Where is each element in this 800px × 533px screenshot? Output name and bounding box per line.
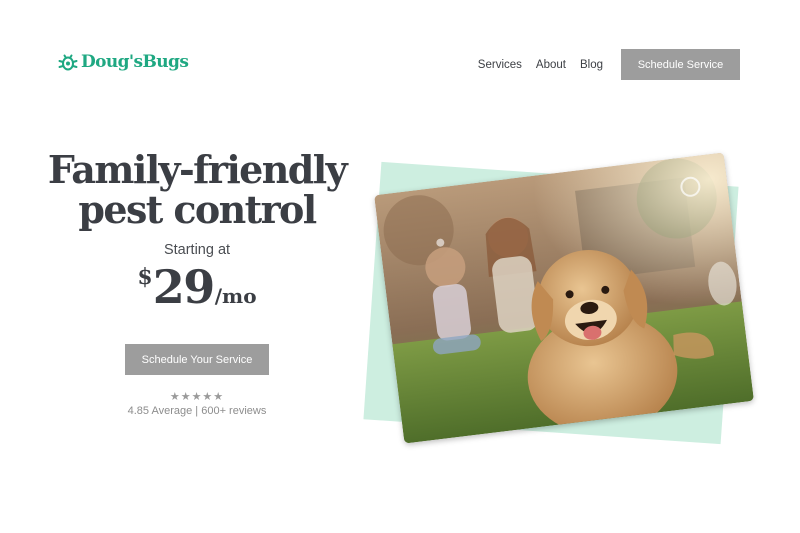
bug-icon [58,52,78,72]
schedule-your-service-button[interactable]: Schedule Your Service [125,344,269,375]
logo[interactable]: Doug'sBugs [58,52,189,72]
nav-about[interactable]: About [536,59,566,71]
price: $ 29 /mo [32,264,362,310]
nav-blog[interactable]: Blog [580,59,603,71]
price-unit: /mo [214,284,257,308]
price-currency: $ [137,264,153,290]
hero-title: Family-friendly pest control [32,150,362,230]
price-amount: 29 [152,260,216,314]
landing-page: Doug'sBugs Services About Blog Schedule … [0,0,800,533]
hero-title-line-2: pest control [78,187,317,232]
hero-title-line-1: Family-friendly [47,147,348,192]
hero-section: Family-friendly pest control Starting at… [32,150,362,418]
schedule-service-button[interactable]: Schedule Service [621,49,740,80]
rating-summary: 4.85 Average | 600+ reviews [127,405,267,417]
nav-services[interactable]: Services [478,59,522,71]
hero-photo [374,152,754,444]
star-rating-icons: ★★★★★ [169,391,225,403]
starting-at-label: Starting at [163,242,231,258]
dog-family-illustration [374,152,754,444]
logo-text: Doug'sBugs [81,52,189,72]
main-nav: Services About Blog Schedule Service [478,49,740,80]
